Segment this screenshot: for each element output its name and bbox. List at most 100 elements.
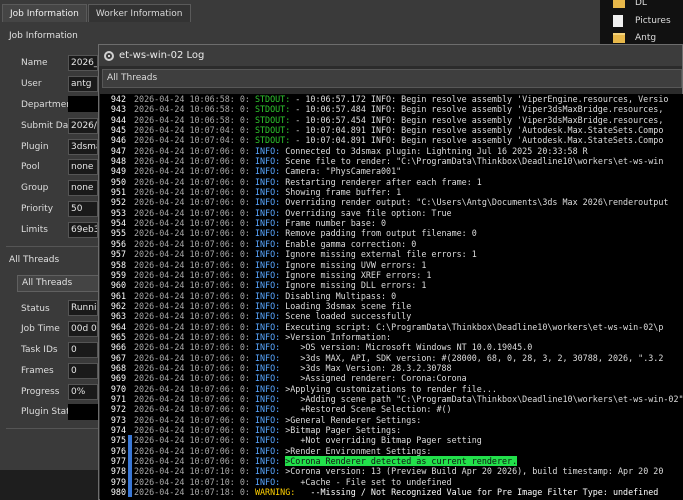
log-line[interactable]: 963 2026-04-24 10:07:06: 0: INFO: Scene loa… — [100, 311, 683, 321]
log-level: INFO: — [254, 145, 281, 156]
threads-select[interactable]: All Threads — [102, 68, 682, 88]
log-line[interactable]: 957 2026-04-24 10:07:06: 0: INFO: Ignore mi… — [100, 249, 683, 259]
log-line[interactable]: 958 2026-04-24 10:07:06: 0: INFO: Ignore mi… — [100, 260, 683, 270]
selection-marker — [128, 404, 132, 414]
log-thread-tag: 0: — [239, 156, 250, 167]
priority-field[interactable]: 50 — [68, 201, 98, 217]
explorer-item-dl[interactable]: DL — [613, 0, 647, 8]
log-line[interactable]: 959 2026-04-24 10:07:06: 0: INFO: Ignore mi… — [100, 270, 683, 280]
selection-marker — [128, 239, 132, 249]
task-ids-field[interactable]: 0 — [68, 342, 98, 358]
log-timestamp: 2026-04-24 10:07:06: — [134, 176, 235, 187]
frames-field[interactable]: 0 — [68, 363, 98, 379]
log-message: Ignore missing UVW errors: 1 — [280, 259, 427, 270]
log-timestamp: 2026-04-24 10:07:06: — [134, 373, 235, 384]
log-line[interactable]: 955 2026-04-24 10:07:06: 0: INFO: Remove pa… — [100, 228, 683, 238]
log-message: >General Renderer Settings: — [280, 414, 422, 425]
log-level: INFO: — [254, 321, 281, 332]
selection-marker — [128, 476, 132, 488]
plugin-field[interactable]: 3dsmax — [68, 139, 98, 155]
user-field[interactable]: antg — [68, 76, 98, 92]
tab-job-information[interactable]: Job Information — [2, 4, 87, 22]
log-line[interactable]: 974 2026-04-24 10:07:06: 0: INFO: >Bitmap P… — [100, 425, 683, 435]
department-field[interactable] — [68, 96, 98, 112]
log-line[interactable]: 972 2026-04-24 10:07:06: 0: INFO: +Restored… — [100, 404, 683, 414]
separator — [6, 246, 98, 247]
selection-marker — [128, 115, 132, 125]
log-line[interactable]: 969 2026-04-24 10:07:06: 0: INFO: >Assigned… — [100, 373, 683, 383]
log-line[interactable]: 976 2026-04-24 10:07:06: 0: INFO: >Render E… — [100, 445, 683, 457]
log-line[interactable]: 975 2026-04-24 10:07:06: 0: INFO: +Not over… — [100, 435, 683, 446]
log-line[interactable]: 954 2026-04-24 10:07:06: 0: INFO: Frame num… — [100, 218, 683, 228]
log-line[interactable]: 942 2026-04-24 10:06:58: 0: STDOUT: - 10:06… — [100, 94, 683, 104]
log-line[interactable]: 952 2026-04-24 10:07:06: 0: INFO: Overridin… — [100, 197, 683, 207]
log-line[interactable]: 971 2026-04-24 10:07:06: 0: INFO: >Adding s… — [100, 394, 683, 404]
log-thread-tag: 0: — [239, 176, 250, 187]
log-line[interactable]: 953 2026-04-24 10:07:06: 0: INFO: Overridin… — [100, 208, 683, 218]
group-label: Group — [21, 183, 49, 193]
log-window-title: et-ws-win-02 Log — [119, 50, 205, 61]
plugin-status-field[interactable] — [68, 404, 98, 420]
threads-group-title: All Threads — [9, 255, 60, 265]
progress-field[interactable]: 0% — [68, 384, 98, 400]
submit-date-field[interactable]: 2026/0 — [68, 118, 98, 134]
log-line[interactable]: 968 2026-04-24 10:07:06: 0: INFO: >3ds Max … — [100, 363, 683, 373]
log-line[interactable]: 961 2026-04-24 10:07:06: 0: INFO: Disabling… — [100, 291, 683, 301]
log-thread-tag: 0: — [239, 362, 250, 373]
job-time-field[interactable]: 00d 00 — [68, 321, 98, 337]
log-thread-tag: 0: — [239, 321, 250, 332]
selection-marker — [128, 394, 132, 404]
log-output[interactable]: 942 2026-04-24 10:06:58: 0: STDOUT: - 10:06… — [100, 94, 683, 500]
group-field[interactable]: none — [68, 180, 98, 196]
log-line[interactable]: 966 2026-04-24 10:07:06: 0: INFO: >OS versi… — [100, 342, 683, 352]
log-line[interactable]: 960 2026-04-24 10:07:06: 0: INFO: Ignore mi… — [100, 280, 683, 290]
tab-worker-information[interactable]: Worker Information — [87, 4, 191, 22]
log-thread-tag: 0: — [239, 476, 250, 487]
log-level: INFO: — [254, 445, 281, 456]
log-line[interactable]: 973 2026-04-24 10:07:06: 0: INFO: >General … — [100, 415, 683, 425]
log-line[interactable]: 944 2026-04-24 10:06:58: 0: STDOUT: - 10:06… — [100, 115, 683, 125]
limits-field[interactable]: 69eb32 — [68, 222, 98, 238]
log-line[interactable]: 951 2026-04-24 10:07:06: 0: INFO: Showing f… — [100, 187, 683, 197]
log-line[interactable]: 945 2026-04-24 10:07:04: 0: STDOUT: - 10:07… — [100, 125, 683, 135]
log-line-number: 968 — [110, 362, 126, 373]
log-thread-tag: 0: — [239, 352, 250, 363]
log-thread-tag: 0: — [239, 280, 250, 291]
log-line[interactable]: 967 2026-04-24 10:07:06: 0: INFO: >3ds MAX,… — [100, 353, 683, 363]
log-line[interactable]: 965 2026-04-24 10:07:06: 0: INFO: >Version … — [100, 332, 683, 342]
log-line-number: 976 — [110, 445, 126, 456]
name-field[interactable]: 2026_c — [68, 55, 98, 71]
log-line[interactable]: 948 2026-04-24 10:07:06: 0: INFO: Scene fil… — [100, 156, 683, 166]
explorer-item-antg[interactable]: Antg — [613, 33, 656, 43]
log-line[interactable]: 956 2026-04-24 10:07:06: 0: INFO: Enable ga… — [100, 239, 683, 249]
log-line[interactable]: 980 2026-04-24 10:07:18: 0: WARNING: --Miss… — [100, 487, 683, 498]
explorer-item-pictures[interactable]: Pictures — [613, 15, 671, 27]
log-level: INFO: — [254, 352, 281, 363]
log-line[interactable]: 949 2026-04-24 10:07:06: 0: INFO: Camera: "… — [100, 166, 683, 176]
status-field[interactable]: Running — [68, 300, 98, 316]
log-line[interactable]: 977 2026-04-24 10:07:06: 0: INFO: >Corona R… — [100, 456, 683, 467]
folder-icon — [613, 33, 625, 43]
log-line-number: 942 — [110, 94, 126, 104]
log-line[interactable]: 979 2026-04-24 10:07:10: 0: INFO: +Cache - … — [100, 476, 683, 488]
log-line[interactable]: 946 2026-04-24 10:07:04: 0: STDOUT: - 10:07… — [100, 135, 683, 145]
log-message: +Cache - File set to undefined — [280, 476, 452, 487]
log-thread-tag: 0: — [239, 435, 250, 446]
log-thread-tag: 0: — [239, 104, 250, 115]
log-line-number: 974 — [110, 425, 126, 435]
pool-field[interactable]: none — [68, 159, 98, 175]
separator-bottom — [6, 428, 98, 429]
log-line[interactable]: 947 2026-04-24 10:07:06: 0: INFO: Connected… — [100, 146, 683, 156]
log-timestamp: 2026-04-24 10:07:06: — [134, 259, 235, 270]
log-line[interactable]: 964 2026-04-24 10:07:06: 0: INFO: Executing… — [100, 322, 683, 332]
log-line[interactable]: 943 2026-04-24 10:06:58: 0: STDOUT: - 10:06… — [100, 104, 683, 114]
log-line[interactable]: 970 2026-04-24 10:07:06: 0: INFO: >Applying… — [100, 384, 683, 394]
log-thread-tag: 0: — [239, 259, 250, 270]
log-line[interactable]: 978 2026-04-24 10:07:10: 0: INFO: >Corona v… — [100, 466, 683, 477]
log-line[interactable]: 962 2026-04-24 10:07:06: 0: INFO: Loading 3… — [100, 301, 683, 311]
log-timestamp: 2026-04-24 10:07:06: — [134, 425, 235, 435]
log-line-number: 965 — [110, 331, 126, 342]
log-titlebar[interactable]: et-ws-win-02 Log — [99, 45, 682, 66]
log-line[interactable]: 950 2026-04-24 10:07:06: 0: INFO: Restartin… — [100, 177, 683, 187]
log-thread-tag: 0: — [239, 249, 250, 260]
